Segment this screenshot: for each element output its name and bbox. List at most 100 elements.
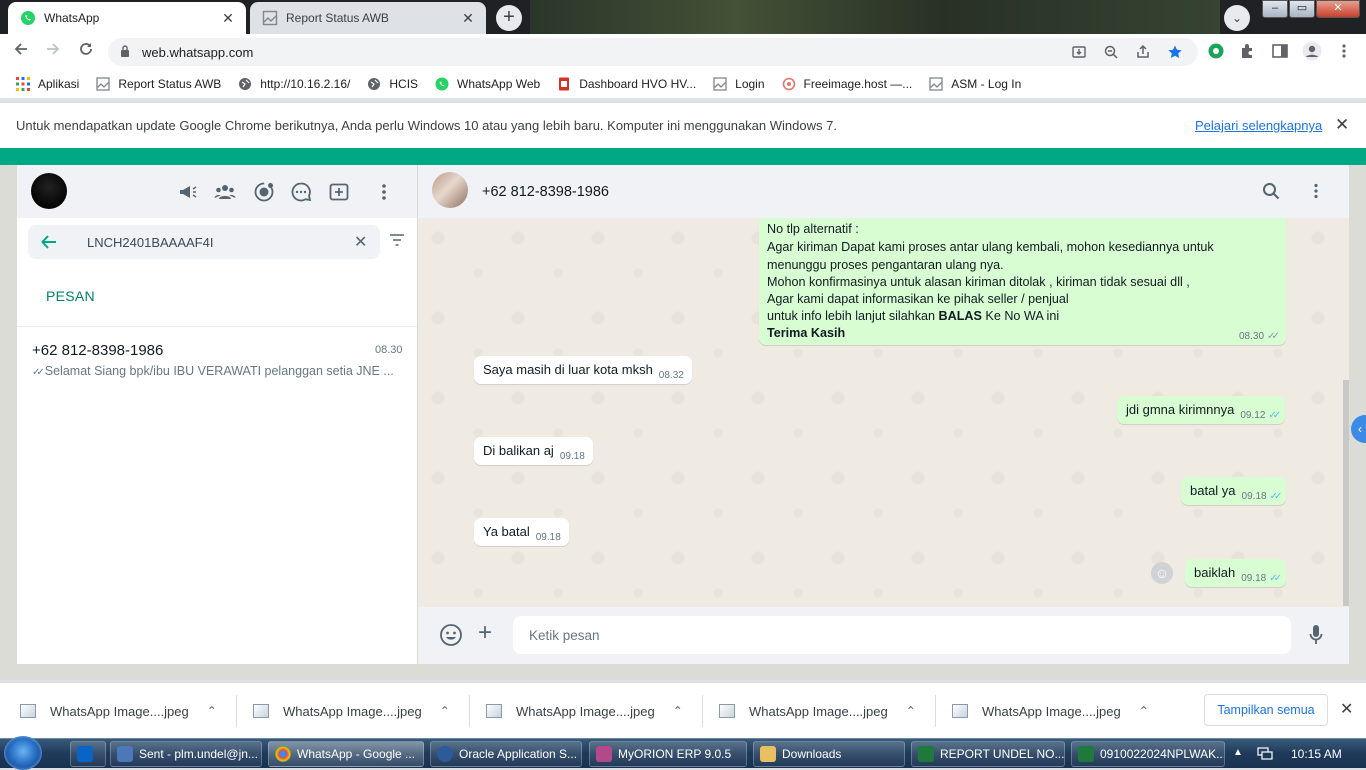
double-check-icon: ✓✓	[32, 367, 45, 378]
scrollbar[interactable]	[1343, 380, 1349, 606]
taskbar-item[interactable]: 0910022024NPLWAK...	[1071, 741, 1225, 767]
channels-megaphone-icon[interactable]	[177, 181, 199, 203]
download-item[interactable]: WhatsApp Image....jpeg ⌃	[20, 701, 217, 721]
taskbar-item[interactable]: REPORT UNDEL NO...	[911, 741, 1065, 767]
side-panel-icon[interactable]	[1271, 42, 1289, 60]
bookmark-login[interactable]: Login	[713, 77, 765, 91]
oracle-icon	[437, 746, 453, 762]
bookmark-label: Dashboard HVO HV...	[579, 77, 697, 91]
bookmark-label: Report Status AWB	[118, 77, 222, 91]
menu-dots-icon[interactable]	[1307, 182, 1325, 200]
tab-whatsapp[interactable]: WhatsApp ✕	[8, 2, 246, 34]
close-shelf-icon[interactable]: ✕	[1340, 699, 1353, 719]
close-tab-icon[interactable]: ✕	[460, 10, 476, 27]
message-input[interactable]: Ketik pesan	[513, 616, 1291, 654]
close-window-button[interactable]: ✕	[1316, 0, 1360, 18]
bookmark-whatsapp-web[interactable]: WhatsApp Web	[435, 77, 540, 91]
back-button[interactable]	[10, 41, 32, 63]
new-tab-button[interactable]: +	[496, 5, 522, 31]
clear-search-icon[interactable]: ✕	[354, 232, 367, 252]
taskbar-clock[interactable]: 10:15 AM	[1291, 747, 1342, 761]
search-icon[interactable]	[1262, 182, 1280, 200]
chevron-up-icon[interactable]: ⌃	[440, 704, 450, 718]
bookmark-asm[interactable]: ASM - Log In	[929, 77, 1021, 91]
message-line: Agar kiriman Dapat kami proses antar ula…	[767, 240, 1214, 254]
taskbar-label: MyORION ERP 9.0.5	[618, 747, 732, 761]
zoom-icon[interactable]	[1103, 44, 1119, 60]
tab-report-status[interactable]: Report Status AWB ✕	[250, 2, 486, 34]
list-item[interactable]: +62 812-8398-1986 08.30 ✓✓ Selamat Siang …	[17, 327, 417, 387]
message-time: 09.18	[1241, 491, 1267, 502]
avatar[interactable]	[31, 173, 67, 209]
bookmark-label: WhatsApp Web	[457, 77, 541, 91]
microphone-icon[interactable]	[1308, 623, 1324, 647]
network-icon[interactable]	[1257, 747, 1273, 761]
message-bubble-outgoing[interactable]: baiklah 09.18 ✓✓	[1185, 559, 1286, 587]
chrome-menu-icon[interactable]	[1335, 42, 1353, 60]
attach-plus-icon[interactable]: +	[478, 621, 492, 645]
status-icon[interactable]	[253, 181, 275, 203]
message-bubble-outgoing[interactable]: batal ya 09.18 ✓✓	[1181, 477, 1287, 505]
menu-dots-icon[interactable]	[373, 181, 395, 203]
show-all-downloads-button[interactable]: Tampilkan semua	[1204, 694, 1328, 726]
learn-more-link[interactable]: Pelajari selengkapnya	[1195, 118, 1322, 133]
channels-chat-icon[interactable]	[290, 181, 312, 203]
arrow-left-icon	[14, 43, 27, 55]
chevron-up-icon[interactable]: ⌃	[207, 704, 217, 718]
taskbar-item[interactable]: Sent - plm.undel@jn...	[110, 741, 262, 767]
minimize-button[interactable]: –	[1262, 0, 1288, 18]
download-item[interactable]: WhatsApp Image....jpeg ⌃	[719, 701, 916, 721]
section-label-messages: PESAN	[46, 288, 95, 304]
download-item[interactable]: WhatsApp Image....jpeg ⌃	[253, 701, 450, 721]
start-button[interactable]	[4, 736, 42, 770]
bookmark-label: Login	[735, 77, 765, 91]
maximize-button[interactable]: ▭	[1289, 0, 1315, 18]
image-file-icon	[719, 704, 735, 718]
download-item[interactable]: WhatsApp Image....jpeg ⌃	[952, 701, 1149, 721]
bookmark-apps[interactable]: Aplikasi	[16, 77, 79, 91]
filter-icon[interactable]	[389, 232, 405, 248]
arrow-left-icon[interactable]	[40, 233, 58, 251]
new-chat-icon[interactable]	[328, 181, 350, 203]
excel-icon	[918, 746, 934, 762]
tray-expand-icon[interactable]: ▲	[1233, 747, 1243, 758]
message-bubble-outgoing[interactable]: No tlp alternatif : Agar kiriman Dapat k…	[759, 218, 1286, 345]
taskbar-item[interactable]: Oracle Application S...	[430, 741, 582, 767]
profile-avatar-icon[interactable]	[1302, 41, 1322, 61]
taskbar-item[interactable]: Downloads	[753, 741, 905, 767]
tab-search-button[interactable]: ⌄	[1224, 5, 1250, 31]
message-bubble-incoming[interactable]: Saya masih di luar kota mksh 08.32	[474, 356, 692, 384]
message-bubble-incoming[interactable]: Di balikan aj 09.18	[474, 437, 593, 465]
download-filename: WhatsApp Image....jpeg	[982, 703, 1121, 719]
chevron-up-icon[interactable]: ⌃	[1139, 704, 1149, 718]
install-app-icon[interactable]	[1071, 44, 1087, 60]
extensions-puzzle-icon[interactable]	[1239, 42, 1257, 60]
bookmark-ip[interactable]: http://10.16.2.16/	[238, 77, 350, 91]
address-bar[interactable]: web.whatsapp.com	[108, 38, 1198, 66]
close-tab-icon[interactable]: ✕	[220, 10, 236, 27]
message-bubble-incoming[interactable]: Ya batal 09.18	[474, 518, 569, 546]
bookmark-dashboard[interactable]: Dashboard HVO HV...	[557, 77, 696, 91]
contact-name[interactable]: +62 812-8398-1986	[482, 184, 609, 200]
search-input[interactable]: LNCH2401BAAAAF4I ✕	[28, 225, 380, 259]
chevron-up-icon[interactable]: ⌃	[906, 704, 916, 718]
avatar[interactable]	[432, 172, 468, 208]
communities-icon[interactable]	[214, 181, 236, 203]
chevron-up-icon[interactable]: ⌃	[673, 704, 683, 718]
forward-button[interactable]	[42, 41, 64, 63]
taskbar-item[interactable]: MyORION ERP 9.0.5	[589, 741, 747, 767]
message-bubble-outgoing[interactable]: jdi gmna kirimnnya 09.12 ✓✓	[1117, 396, 1286, 424]
bookmark-report-status[interactable]: Report Status AWB	[96, 77, 221, 91]
bookmark-hcis[interactable]: HCIS	[367, 77, 418, 91]
bookmark-freeimage[interactable]: Freeimage.host —...	[782, 77, 912, 91]
taskbar-pinned-outlook[interactable]	[70, 741, 106, 767]
close-infobar-icon[interactable]: ✕	[1335, 115, 1349, 135]
react-emoji-icon[interactable]: ☺	[1151, 562, 1173, 584]
reload-button[interactable]	[75, 41, 97, 63]
emoji-icon[interactable]	[439, 623, 463, 647]
share-icon[interactable]	[1135, 44, 1151, 60]
whatsapp-extension-icon[interactable]	[1207, 42, 1225, 60]
bookmark-star-icon[interactable]	[1167, 44, 1183, 60]
taskbar-item[interactable]: WhatsApp - Google ...	[268, 741, 424, 767]
download-item[interactable]: WhatsApp Image....jpeg ⌃	[486, 701, 683, 721]
